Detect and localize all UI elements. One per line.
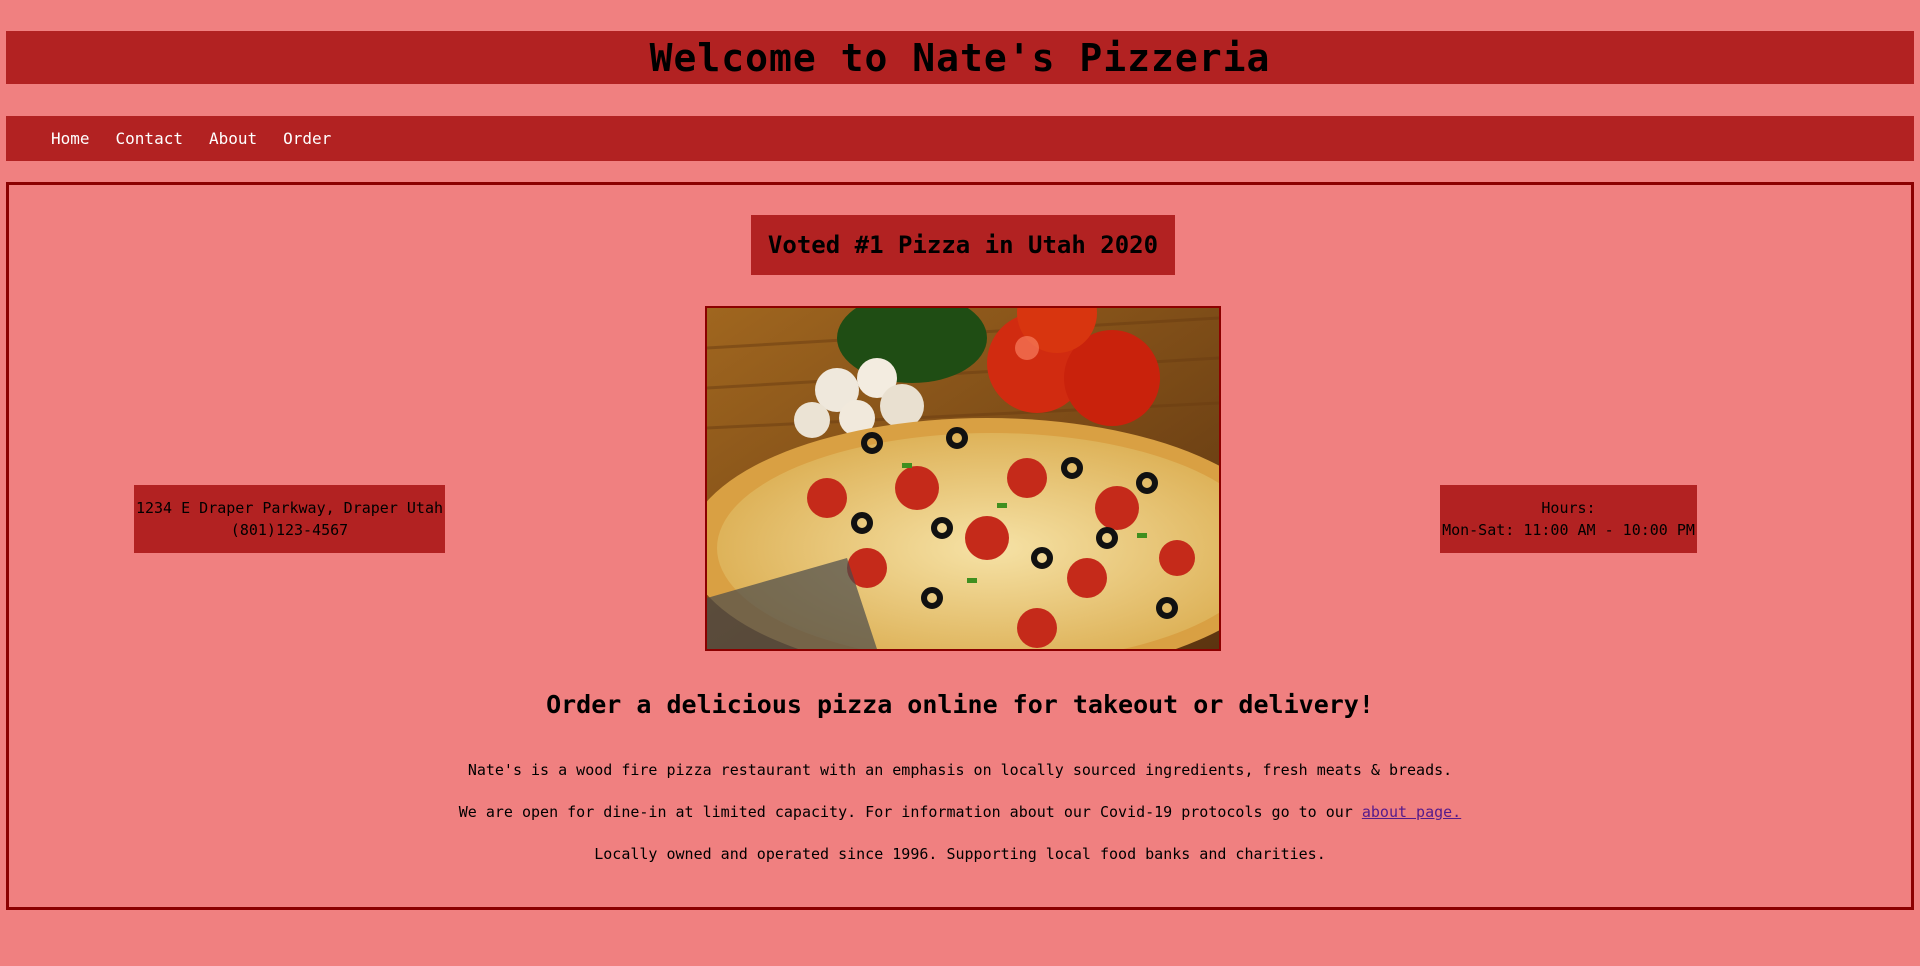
order-heading: Order a delicious pizza online for takeo…	[546, 690, 1374, 719]
address-box: 1234 E Draper Parkway, Draper Utah (801)…	[134, 485, 445, 553]
pizza-image	[705, 306, 1221, 651]
intro-paragraph: Nate's is a wood fire pizza restaurant w…	[467, 761, 1453, 779]
page-title: Welcome to Nate's Pizzeria	[649, 35, 1271, 80]
hours-label: Hours:	[1541, 499, 1596, 517]
site-header: Welcome to Nate's Pizzeria	[6, 31, 1914, 84]
nav-item-home[interactable]: Home	[51, 129, 90, 148]
covid-paragraph: We are open for dine-in at limited capac…	[9, 803, 1911, 821]
about-page-link[interactable]: about page.	[1362, 803, 1461, 821]
main-content: Voted #1 Pizza in Utah 2020 1234 E Drape…	[6, 182, 1914, 910]
nav-item-order[interactable]: Order	[283, 129, 331, 148]
hours-text: Mon-Sat: 11:00 AM - 10:00 PM	[1442, 521, 1695, 539]
main-nav: Home Contact About Order	[6, 116, 1914, 161]
award-badge: Voted #1 Pizza in Utah 2020	[751, 215, 1175, 275]
nav-item-about[interactable]: About	[209, 129, 257, 148]
hours-box: Hours: Mon-Sat: 11:00 AM - 10:00 PM	[1440, 485, 1697, 553]
history-paragraph: Locally owned and operated since 1996. S…	[594, 845, 1326, 863]
covid-text: We are open for dine-in at limited capac…	[458, 803, 1362, 821]
phone-text: (801)123-4567	[230, 521, 349, 539]
address-text: 1234 E Draper Parkway, Draper Utah	[135, 499, 444, 517]
nav-item-contact[interactable]: Contact	[116, 129, 183, 148]
